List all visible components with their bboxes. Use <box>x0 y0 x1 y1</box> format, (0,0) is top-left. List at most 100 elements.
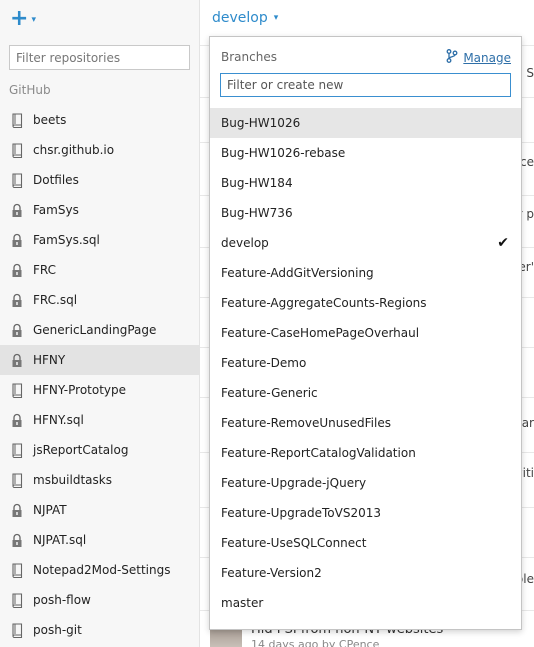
repository-label: beets <box>33 113 67 127</box>
branch-item[interactable]: Feature-Generic <box>210 378 521 408</box>
repository-label: HFNY.sql <box>33 413 84 427</box>
sidebar-item-repository[interactable]: msbuildtasks <box>0 465 199 495</box>
branch-name: Bug-HW1026-rebase <box>221 146 346 160</box>
repository-label: Dotfiles <box>33 173 79 187</box>
repository-label: jsReportCatalog <box>33 443 129 457</box>
repository-label: chsr.github.io <box>33 143 115 157</box>
sidebar-item-repository[interactable]: Notepad2Mod-Settings <box>0 555 199 585</box>
branch-icon <box>446 48 458 67</box>
branch-name: Feature-UpgradeToVS2013 <box>221 506 381 520</box>
github-group-label: GitHub <box>9 83 51 97</box>
repository-label: FamSys.sql <box>33 233 100 247</box>
dropdown-header: Branches Manage <box>210 37 521 73</box>
repository-label: posh-flow <box>33 593 91 607</box>
sidebar-item-repository[interactable]: FamSys <box>0 195 199 225</box>
repo-icon <box>10 592 24 608</box>
chevron-down-icon: ▾ <box>31 15 36 25</box>
sidebar-item-repository[interactable]: HFNY <box>0 345 199 375</box>
branch-name: Feature-RemoveUnusedFiles <box>221 416 391 430</box>
repo-icon <box>10 142 24 158</box>
branch-item[interactable]: Feature-CaseHomePageOverhaul <box>210 318 521 348</box>
sidebar-item-repository[interactable]: GenericLandingPage <box>0 315 199 345</box>
sidebar-item-repository[interactable]: posh-git <box>0 615 199 645</box>
sidebar-item-repository[interactable]: jsReportCatalog <box>0 435 199 465</box>
repository-label: NJPAT.sql <box>33 533 87 547</box>
repo-icon <box>10 622 24 638</box>
branch-name: Feature-ReportCatalogValidation <box>221 446 416 460</box>
plus-icon: + <box>10 6 29 31</box>
sidebar-item-repository[interactable]: chsr.github.io <box>0 135 199 165</box>
commit-text-fragment: S <box>526 66 534 80</box>
sidebar-item-repository[interactable]: FamSys.sql <box>0 225 199 255</box>
sidebar-item-repository[interactable]: posh-flow <box>0 585 199 615</box>
branch-item[interactable]: Bug-HW1026-rebase <box>210 138 521 168</box>
repo-icon <box>10 562 24 578</box>
repository-sidebar: + ▾ GitHub beets chsr.github.io Dotfiles Fa… <box>0 0 200 647</box>
lock-icon <box>10 292 24 308</box>
branch-filter-input[interactable] <box>220 73 511 97</box>
repository-list: beets chsr.github.io Dotfiles FamSys FamSys.… <box>0 105 199 645</box>
branch-item[interactable]: Feature-Upgrade-jQuery <box>210 468 521 498</box>
commit-meta: 14 days ago by CPence <box>251 638 380 647</box>
repository-label: msbuildtasks <box>33 473 112 487</box>
lock-icon <box>10 352 24 368</box>
branch-name: Feature-Version2 <box>221 566 322 580</box>
branch-item[interactable]: Feature-AddGitVersioning <box>210 258 521 288</box>
branch-item[interactable]: master <box>210 588 521 618</box>
sidebar-item-repository[interactable]: FRC.sql <box>0 285 199 315</box>
branch-item[interactable]: Feature-UseSQLConnect <box>210 528 521 558</box>
branch-item[interactable]: Feature-Demo <box>210 348 521 378</box>
branch-list: Bug-HW1026 Bug-HW1026-rebase Bug-HW184 Bug-… <box>210 108 521 618</box>
manage-label: Manage <box>463 50 511 65</box>
branch-item[interactable]: Bug-HW1026 <box>210 108 521 138</box>
checkmark-icon: ✔ <box>497 235 509 251</box>
lock-icon <box>10 412 24 428</box>
branch-item[interactable]: Feature-Version2 <box>210 558 521 588</box>
repository-label: FRC <box>33 263 57 277</box>
branch-item[interactable]: develop ✔ <box>210 228 521 258</box>
branch-name: Feature-AddGitVersioning <box>221 266 374 280</box>
branch-name: Bug-HW1026 <box>221 116 301 130</box>
branch-name: master <box>221 596 264 610</box>
repository-label: Notepad2Mod-Settings <box>33 563 171 577</box>
lock-icon <box>10 262 24 278</box>
sidebar-item-repository[interactable]: beets <box>0 105 199 135</box>
repository-label: FamSys <box>33 203 79 217</box>
repo-icon <box>10 442 24 458</box>
branch-item[interactable]: Feature-RemoveUnusedFiles <box>210 408 521 438</box>
add-repository-button[interactable]: + ▾ <box>10 6 36 31</box>
repository-label: GenericLandingPage <box>33 323 157 337</box>
branch-name: Bug-HW736 <box>221 206 293 220</box>
filter-repositories-input[interactable] <box>9 45 190 70</box>
branch-name: Feature-CaseHomePageOverhaul <box>221 326 420 340</box>
sidebar-item-repository[interactable]: HFNY-Prototype <box>0 375 199 405</box>
branch-selector[interactable]: develop ▾ <box>212 10 278 26</box>
branch-item[interactable]: Feature-AggregateCounts-Regions <box>210 288 521 318</box>
repo-icon <box>10 112 24 128</box>
branches-dropdown: Branches Manage Bug-HW1026 Bug-HW1026-reb… <box>209 36 522 630</box>
branch-item[interactable]: Bug-HW184 <box>210 168 521 198</box>
sidebar-item-repository[interactable]: FRC <box>0 255 199 285</box>
chevron-down-icon: ▾ <box>273 13 279 23</box>
repo-icon <box>10 172 24 188</box>
branch-item[interactable]: Bug-HW736 <box>210 198 521 228</box>
sidebar-item-repository[interactable]: NJPAT <box>0 495 199 525</box>
sidebar-item-repository[interactable]: Dotfiles <box>0 165 199 195</box>
repo-icon <box>10 472 24 488</box>
lock-icon <box>10 232 24 248</box>
sidebar-item-repository[interactable]: HFNY.sql <box>0 405 199 435</box>
branch-name: Feature-Generic <box>221 386 318 400</box>
branch-item[interactable]: Feature-UpgradeToVS2013 <box>210 498 521 528</box>
lock-icon <box>10 322 24 338</box>
lock-icon <box>10 202 24 218</box>
commit-text-fragment: ce <box>520 155 534 169</box>
branch-item[interactable]: Feature-ReportCatalogValidation <box>210 438 521 468</box>
sidebar-item-repository[interactable]: NJPAT.sql <box>0 525 199 555</box>
repository-label: HFNY-Prototype <box>33 383 127 397</box>
lock-icon <box>10 532 24 548</box>
manage-branches-link[interactable]: Manage <box>446 48 511 67</box>
current-branch-label: develop <box>212 10 268 26</box>
branch-name: Feature-Demo <box>221 356 307 370</box>
dropdown-title: Branches <box>221 50 277 64</box>
branch-name: Feature-UseSQLConnect <box>221 536 367 550</box>
